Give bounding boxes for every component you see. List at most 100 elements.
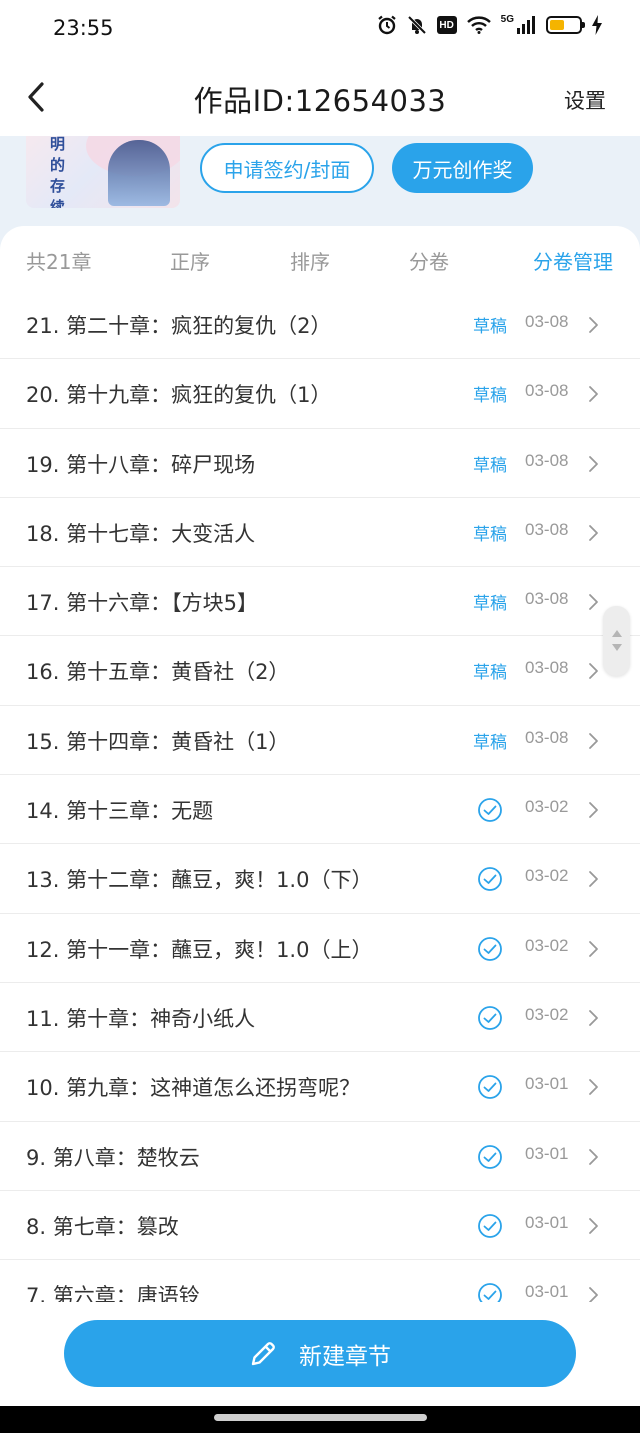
draft-badge: 草稿 [473,386,507,407]
page-title: 作品ID:12654033 [193,84,447,118]
draft-badge: 草稿 [473,732,507,753]
chapter-date: 03-08 [525,450,569,470]
chapter-title: 11. 第十章：神奇小纸人 [26,1006,256,1031]
chevron-right-icon [589,940,598,957]
chapter-row[interactable]: 9. 第八章：楚牧云 03-01 [0,1122,640,1191]
chapter-date: 03-08 [525,519,569,539]
cover-image[interactable]: 明的存续 [26,136,180,208]
chapter-list: 21. 第二十章：疯狂的复仇（2） 草稿 03-08 20. 第十九章：疯狂的复仇（1… [0,290,640,1302]
chevron-right-icon [589,663,598,680]
split-volume-button[interactable]: 分卷 [409,246,449,275]
chapter-date: 03-08 [525,727,569,747]
chapter-date: 03-08 [525,381,569,401]
chapter-title: 18. 第十七章：大变活人 [26,521,256,546]
chapter-title: 14. 第十三章：无题 [26,799,214,824]
chevron-right-icon [589,1287,598,1302]
chapter-title: 16. 第十五章：黄昏社（2） [26,660,290,685]
chapter-row[interactable]: 11. 第十章：神奇小纸人 03-02 [0,983,640,1053]
apply-sign-button[interactable]: 申请签约/封面 [200,143,374,193]
order-button[interactable]: 正序 [170,246,210,275]
chapter-row[interactable]: 16. 第十五章：黄昏社（2） 草稿 03-08 [0,636,640,706]
chapter-date: 03-08 [525,658,569,678]
chapter-toolbar: 共21章 正序 排序 分卷 分卷管理 [0,226,640,290]
network-label: 5G [500,13,514,25]
chapter-title: 20. 第十九章：疯狂的复仇（1） [26,383,332,408]
chapter-date: 03-02 [525,866,569,886]
chapter-date: 03-08 [525,589,569,609]
chevron-right-icon [589,1079,598,1096]
chevron-right-icon [589,1217,598,1234]
draft-badge: 草稿 [473,524,507,545]
chapter-row[interactable]: 13. 第十二章：蘸豆，爽！1.0（下） 03-02 [0,844,640,914]
published-check-icon [478,1075,502,1100]
published-check-icon [478,1144,502,1169]
chapter-title: 8. 第七章：篡改 [26,1214,179,1239]
chapter-date: 03-08 [525,312,569,331]
published-check-icon [478,1213,502,1238]
wifi-icon [466,16,491,34]
chevron-right-icon [589,1148,598,1165]
chevron-right-icon [589,1010,598,1026]
battery-level [550,20,564,30]
chapter-row[interactable]: 18. 第十七章：大变活人 草稿 03-08 [0,498,640,568]
chapter-title: 13. 第十二章：蘸豆，爽！1.0（下） [26,868,373,893]
charging-icon [592,15,602,35]
chevron-right-icon [589,386,598,403]
chapter-date: 03-01 [525,1282,569,1302]
sort-button[interactable]: 排序 [290,246,330,275]
published-check-icon [478,1006,502,1030]
chapter-row[interactable]: 10. 第九章：这神道怎么还拐弯呢？ 03-01 [0,1052,640,1122]
chapter-title: 17. 第十六章：【方块5】 [26,591,258,616]
hd-icon: HD [436,16,457,34]
chapter-title: 12. 第十一章：蘸豆，爽！1.0（上） [26,937,373,962]
chapter-row[interactable]: 19. 第十八章：碎尸现场 草稿 03-08 [0,429,640,498]
published-check-icon [478,936,502,961]
pencil-icon [251,1341,275,1365]
chapter-title: 19. 第十八章：碎尸现场 [26,452,256,477]
chevron-right-icon [589,732,598,749]
chapter-row[interactable]: 17. 第十六章：【方块5】 草稿 03-08 [0,567,640,637]
chapter-date: 03-02 [525,1004,569,1024]
chapter-row[interactable]: 15. 第十四章：黄昏社（1） 草稿 03-08 [0,706,640,776]
creation-prize-button[interactable]: 万元创作奖 [392,143,533,193]
mute-icon [407,15,426,35]
chapter-title: 7. 第六章：唐语铃 [26,1284,200,1302]
chevron-right-icon [589,594,598,611]
chapter-count: 共21章 [26,250,92,274]
new-chapter-label: 新建章节 [299,1343,391,1370]
status-bar: 23:55 HD 5G [0,0,640,58]
chapter-row[interactable]: 8. 第七章：篡改 03-01 [0,1191,640,1261]
scrollbar-handle[interactable] [603,606,630,676]
chevron-right-icon [589,524,598,541]
home-indicator[interactable] [214,1414,427,1421]
chapter-date: 03-02 [525,797,569,817]
chapter-title: 9. 第八章：楚牧云 [26,1145,200,1170]
battery-icon [546,16,585,34]
status-icons: HD 5G [377,13,602,35]
chapter-row[interactable]: 7. 第六章：唐语铃 03-01 [0,1260,640,1302]
draft-badge: 草稿 [473,663,507,684]
chapter-date: 03-01 [525,1074,569,1094]
work-header: 明的存续 申请签约/封面 万元创作奖 [0,136,640,226]
settings-button[interactable]: 设置 [564,85,606,115]
chapter-date: 03-02 [525,935,569,955]
chapter-date: 03-01 [525,1143,569,1163]
chevron-right-icon [589,317,598,333]
volume-manage-button[interactable]: 分卷管理 [533,246,613,275]
status-time: 23:55 [53,16,114,40]
new-chapter-button[interactable]: 新建章节 [64,1320,576,1387]
chapter-row[interactable]: 20. 第十九章：疯狂的复仇（1） 草稿 03-08 [0,359,640,429]
chapter-title: 10. 第九章：这神道怎么还拐弯呢？ [26,1076,361,1101]
chapter-row[interactable]: 12. 第十一章：蘸豆，爽！1.0（上） 03-02 [0,914,640,983]
chapter-row[interactable]: 14. 第十三章：无题 03-02 [0,775,640,845]
gesture-bar [0,1406,640,1433]
chapter-card: 共21章 正序 排序 分卷 分卷管理 21. 第二十章：疯狂的复仇（2） 草稿 03… [0,226,640,1406]
published-check-icon [478,798,502,822]
published-check-icon [478,867,502,892]
signal-icon [517,16,535,34]
draft-badge: 草稿 [473,455,507,476]
published-check-icon [478,1283,502,1302]
chapter-date: 03-01 [525,1212,569,1232]
top-nav-bar: 作品ID:12654033 设置 [0,58,640,136]
chapter-row[interactable]: 21. 第二十章：疯狂的复仇（2） 草稿 03-08 [0,290,640,360]
